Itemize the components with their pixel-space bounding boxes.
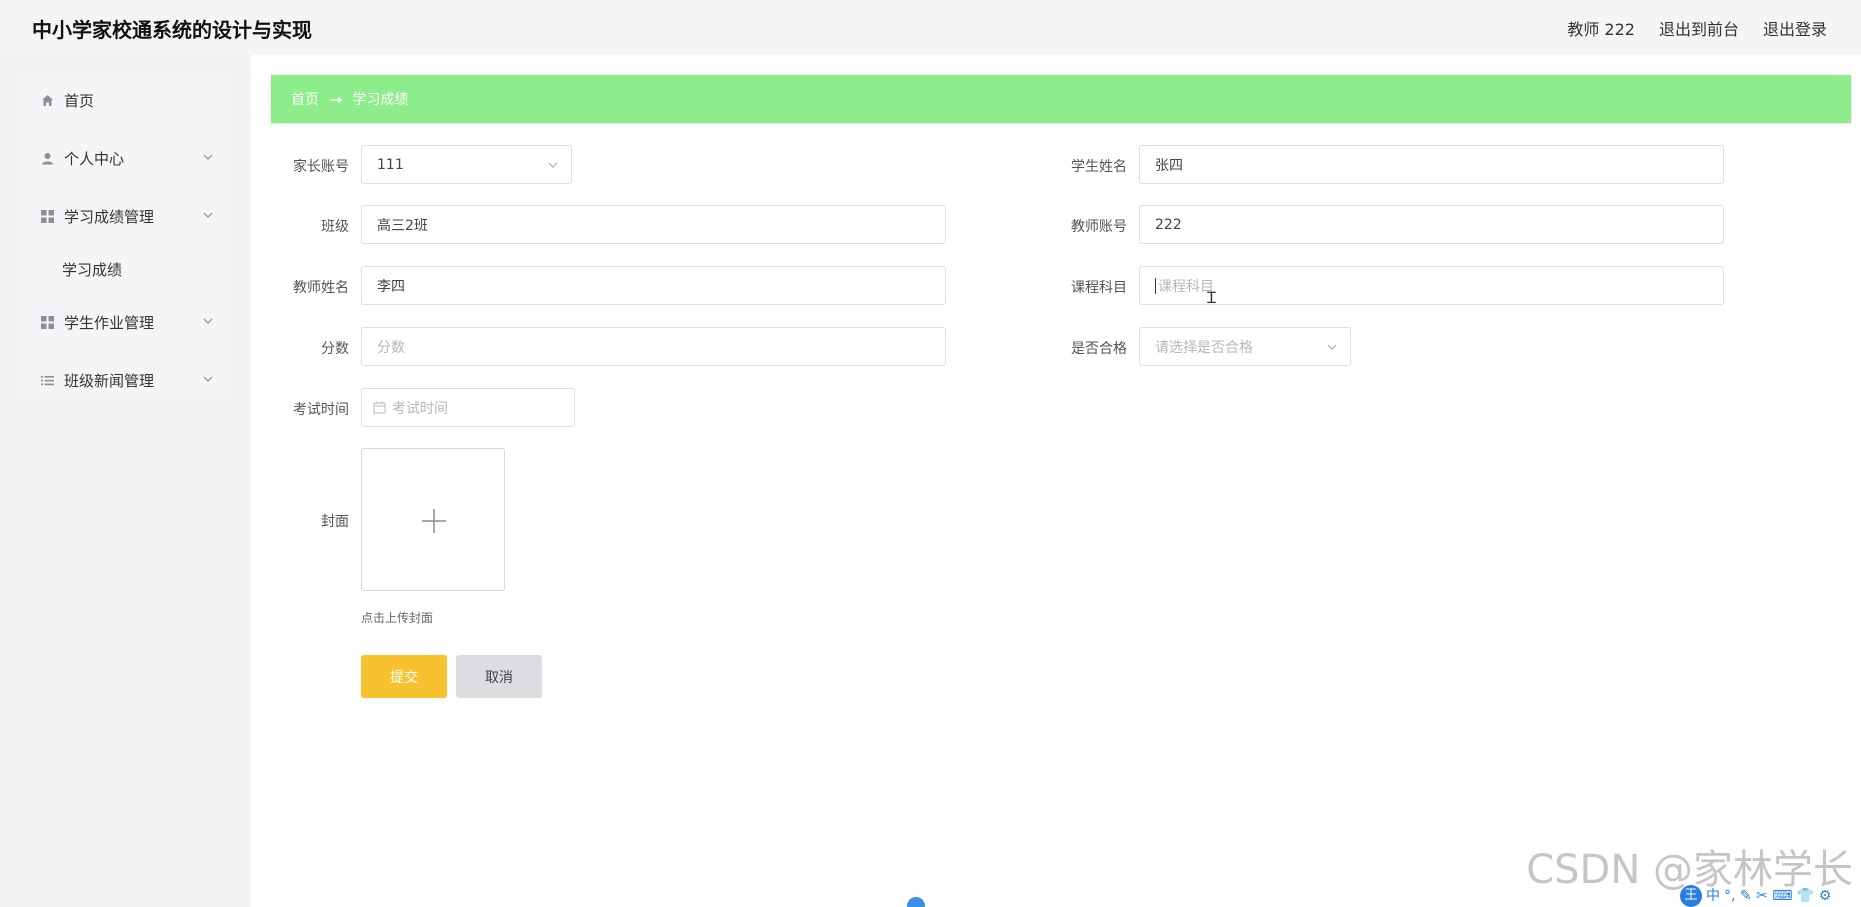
sidebar-subitem-scores[interactable]: 学习成绩 [16,245,232,293]
teacher-account-input[interactable]: 222 [1139,205,1724,244]
sidebar-item-homework-management[interactable]: 学生作业管理 [16,293,232,351]
cancel-button[interactable]: 取消 [456,655,542,698]
teacher-name-label: 教师姓名 [293,280,349,296]
user-icon [41,152,54,165]
teacher-name-input[interactable]: 李四 [361,266,946,305]
plus-icon [422,509,446,533]
teacher-account-label: 教师账号 [1071,219,1127,235]
score-label: 分数 [321,341,349,357]
chevron-down-icon [203,318,213,324]
breadcrumb-home[interactable]: 首页 [291,89,319,109]
sidebar-item-label: 个人中心 [64,149,125,168]
user-label[interactable]: 教师 222 [1567,16,1635,40]
text-cursor-icon: Ɪ [1207,288,1216,307]
chevron-down-icon [203,212,213,218]
ime-mode-toggle[interactable]: 中 [1706,887,1720,905]
chevron-down-icon [203,154,213,160]
class-input[interactable]: 高三2班 [361,205,946,244]
sidebar: 首页 个人中心 学习成绩管理 学习成绩 学生作业管理 班级新闻管理 [16,71,232,401]
text-caret [1155,277,1156,294]
cover-upload-hint: 点击上传封面 [361,611,434,625]
course-placeholder: 课程科目 [1158,278,1214,295]
student-name-label: 学生姓名 [1071,159,1127,175]
cover-label: 封面 [321,514,349,530]
grid-icon [41,209,54,223]
grid-icon [41,315,54,329]
arrow-right-icon: → [329,89,343,109]
back-to-front-link[interactable]: 退出到前台 [1659,16,1739,40]
course-label: 课程科目 [1071,280,1127,296]
sidebar-item-personal-center[interactable]: 个人中心 [16,129,232,187]
student-name-input[interactable]: 张四 [1139,145,1724,184]
ime-toolbar: 王 中 °, ✎ ✂ ⌨ 👕 ⚙ [1680,885,1831,907]
teacher-name-value: 李四 [377,278,405,295]
home-icon [41,94,54,107]
passed-select[interactable]: 请选择是否合格 [1139,327,1351,366]
chevron-down-icon [1327,344,1337,350]
class-value: 高三2班 [377,217,428,234]
exam-time-label: 考试时间 [293,402,349,418]
passed-label: 是否合格 [1071,341,1127,357]
sidebar-item-label: 学习成绩管理 [64,207,155,226]
course-input[interactable]: 课程科目 [1139,266,1724,305]
exam-time-picker[interactable]: 考试时间 [361,388,575,427]
score-input[interactable]: 分数 [361,327,946,366]
ime-logo-icon[interactable]: 王 [1680,885,1702,907]
list-icon [41,374,54,387]
chevron-down-icon [203,376,213,382]
top-header: 中小学家校通系统的设计与实现 教师 222 退出到前台 退出登录 [0,0,1861,55]
breadcrumb-current: 学习成绩 [352,92,409,108]
submit-button[interactable]: 提交 [361,655,447,698]
chevron-down-icon [548,162,558,168]
sidebar-item-label: 首页 [64,91,95,110]
header-links: 教师 222 退出到前台 退出登录 [1567,16,1827,40]
exam-time-placeholder: 考试时间 [392,400,448,417]
parent-account-label: 家长账号 [293,159,349,175]
passed-placeholder: 请选择是否合格 [1155,339,1253,356]
ime-tools[interactable]: °, ✎ ✂ ⌨ 👕 ⚙ [1724,887,1831,905]
sidebar-item-class-news[interactable]: 班级新闻管理 [16,351,232,409]
class-label: 班级 [321,219,349,235]
sidebar-item-label: 学生作业管理 [64,313,155,332]
parent-account-select[interactable]: 111 [361,145,572,184]
teacher-account-value: 222 [1155,216,1182,233]
breadcrumb: 首页 → 学习成绩 [271,75,1851,123]
calendar-icon [373,401,386,414]
sidebar-item-label: 班级新闻管理 [64,371,155,390]
parent-account-value: 111 [377,156,404,173]
app-title: 中小学家校通系统的设计与实现 [32,18,312,42]
score-placeholder: 分数 [377,339,405,356]
sidebar-item-home[interactable]: 首页 [16,71,232,129]
sidebar-item-score-management[interactable]: 学习成绩管理 [16,187,232,245]
student-name-value: 张四 [1155,157,1183,174]
cover-upload[interactable] [361,448,505,591]
logout-link[interactable]: 退出登录 [1763,16,1827,40]
